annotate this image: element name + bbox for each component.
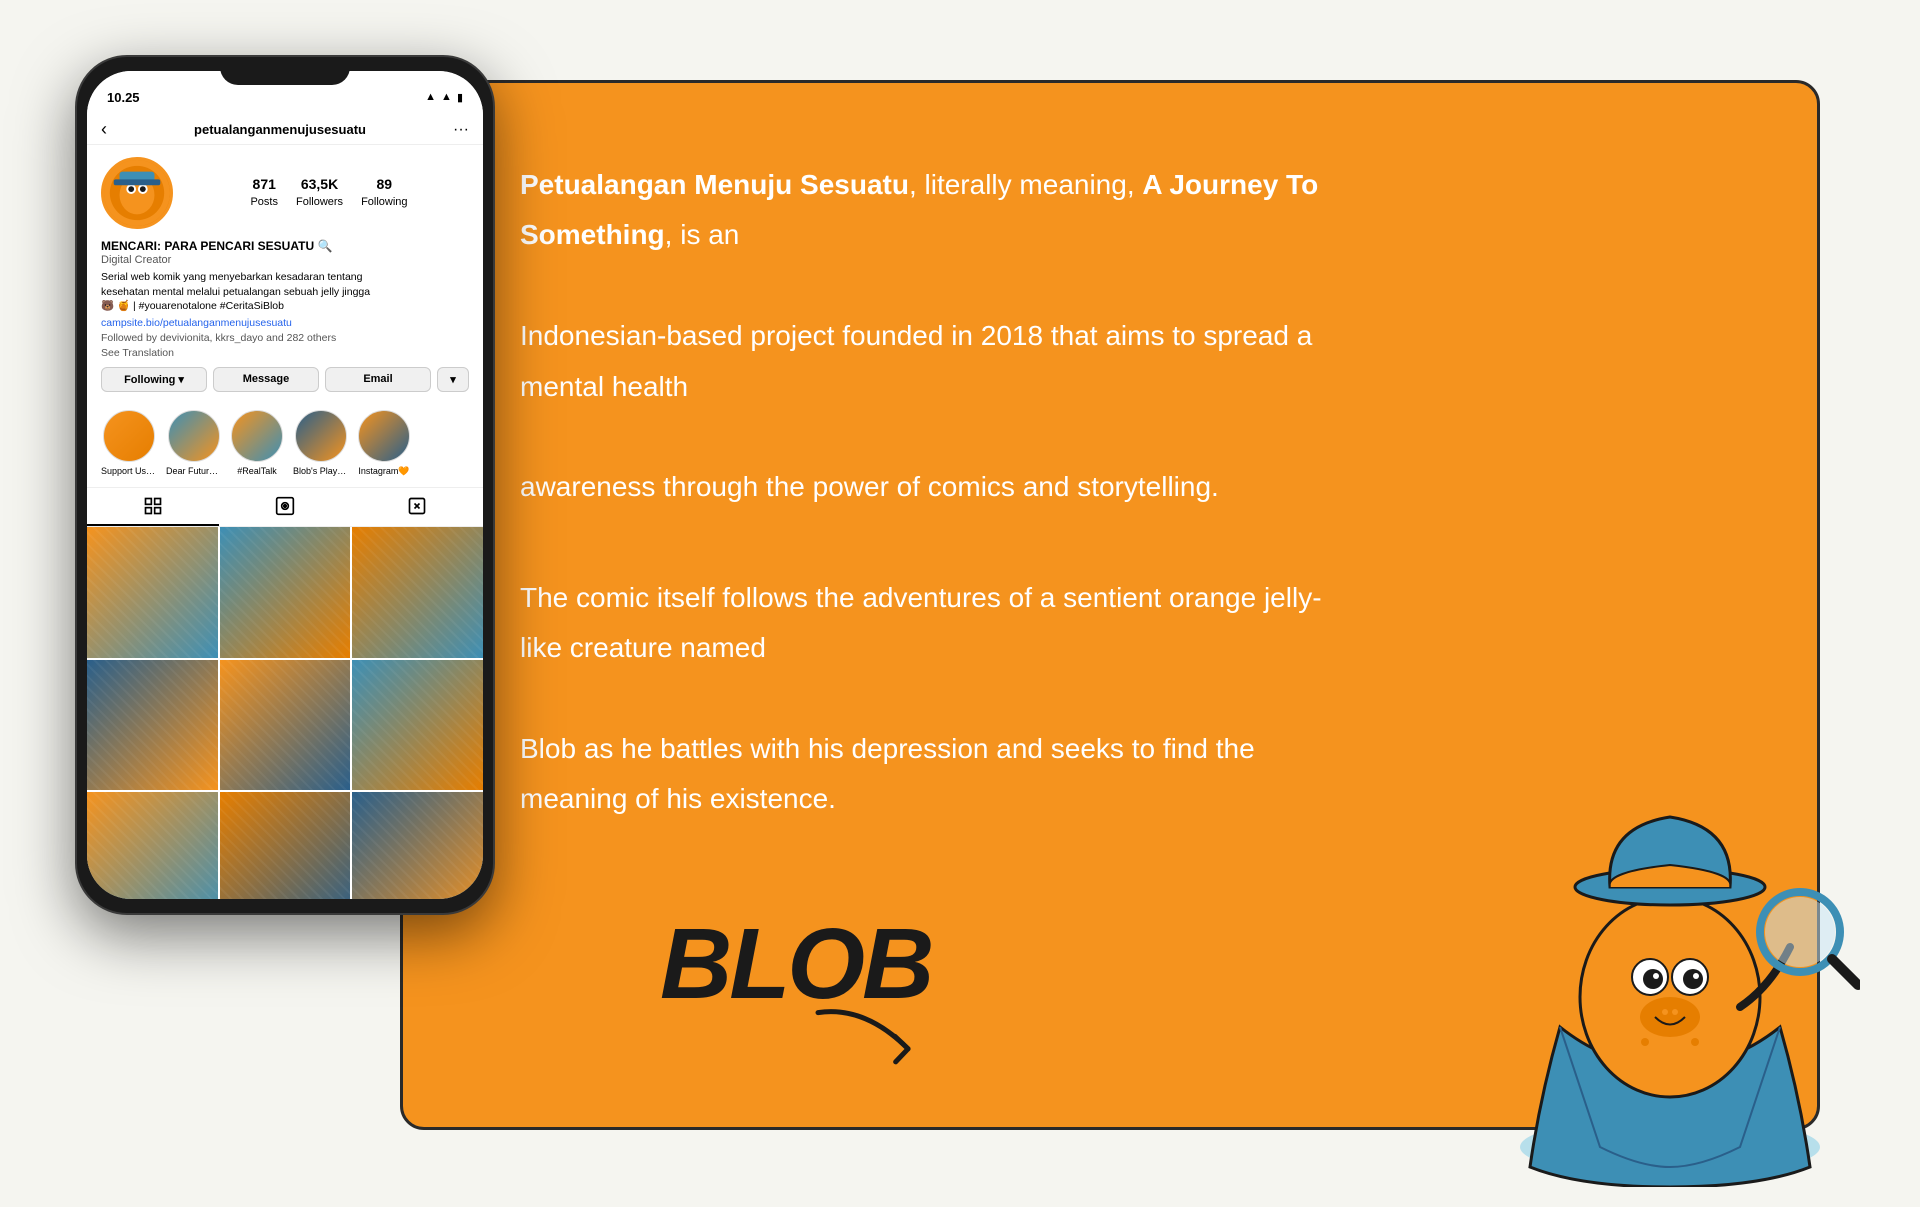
highlight-2[interactable]: Dear Future... <box>166 410 221 477</box>
ig-stat-followers[interactable]: 63,5K Followers <box>296 176 343 210</box>
dropdown-button[interactable]: ▾ <box>437 367 469 392</box>
bio-name: MENCARI: PARA PENCARI SESUATU 🔍 <box>101 239 469 253</box>
battery-icon: ▮ <box>457 91 463 104</box>
ig-stat-posts[interactable]: 871 Posts <box>250 176 278 210</box>
bio-translate[interactable]: See Translation <box>101 347 469 359</box>
more-options-icon[interactable]: ··· <box>453 121 469 139</box>
wifi-icon: ▲ <box>441 91 452 103</box>
status-time: 10.25 <box>107 90 140 105</box>
grid-item-7[interactable] <box>87 792 218 899</box>
highlight-4[interactable]: Blob's Playlist <box>293 410 348 477</box>
highlight-1[interactable]: Support Us!... <box>101 410 156 477</box>
bio-link[interactable]: campsite.bio/petualanganmenujusesuatu <box>101 317 469 329</box>
bio-text: Serial web komik yang menyebarkan kesada… <box>101 270 469 314</box>
following-chevron: ▾ <box>178 373 184 386</box>
bio-type: Digital Creator <box>101 254 469 266</box>
description-paragraph-1: Petualangan Menuju Sesuatu, literally me… <box>520 160 1340 513</box>
ig-action-buttons: Following ▾ Message Email ▾ <box>101 367 469 392</box>
avatar <box>101 157 173 229</box>
signal-icon: ▲ <box>425 91 436 103</box>
ig-profile: 871 Posts 63,5K Followers 89 Following <box>87 145 483 410</box>
email-button[interactable]: Email <box>325 367 431 392</box>
tab-tagged[interactable] <box>351 488 483 526</box>
phone-mockup: 10.25 ▲ ▲ ▮ ‹ petualanganmenujusesuatu ·… <box>75 55 495 1155</box>
following-button[interactable]: Following ▾ <box>101 367 207 392</box>
ig-stats: 871 Posts 63,5K Followers 89 Following <box>189 176 469 210</box>
blob-text: BLOB <box>660 908 931 1020</box>
project-name-bold: Petualangan Menuju Sesuatu <box>520 169 909 200</box>
description-area: Petualangan Menuju Sesuatu, literally me… <box>520 160 1340 825</box>
followers-label: Followers <box>296 196 343 208</box>
highlight-label-5: Instagram🧡 <box>358 466 409 477</box>
highlight-label-3: #RealTalk <box>237 466 277 476</box>
back-arrow-icon[interactable]: ‹ <box>101 119 107 140</box>
grid-item-9[interactable] <box>352 792 483 899</box>
grid-item-2[interactable] <box>220 527 351 658</box>
message-button[interactable]: Message <box>213 367 319 392</box>
character-illustration <box>1480 737 1860 1187</box>
posts-label: Posts <box>250 196 278 208</box>
description-paragraph-2: The comic itself follows the adventures … <box>520 573 1340 825</box>
story-highlights: Support Us!... Dear Future... #RealTalk … <box>87 410 483 487</box>
ig-username: petualanganmenujusesuatu <box>194 122 366 137</box>
status-icons: ▲ ▲ ▮ <box>425 91 463 104</box>
following-count: 89 <box>361 176 407 192</box>
tab-reels[interactable] <box>219 488 351 526</box>
posts-count: 871 <box>250 176 278 192</box>
grid-item-6[interactable] <box>352 660 483 791</box>
grid-item-5[interactable] <box>220 660 351 791</box>
grid-item-3[interactable] <box>352 527 483 658</box>
phone-notch <box>220 57 350 85</box>
ig-tabs <box>87 487 483 527</box>
ig-header: ‹ petualanganmenujusesuatu ··· <box>87 115 483 145</box>
highlight-label-4: Blob's Playlist <box>293 466 348 476</box>
followers-count: 63,5K <box>296 176 343 192</box>
grid-item-1[interactable] <box>87 527 218 658</box>
highlight-3[interactable]: #RealTalk <box>231 410 283 477</box>
following-label: Following <box>361 196 407 208</box>
phone-outer: 10.25 ▲ ▲ ▮ ‹ petualanganmenujusesuatu ·… <box>75 55 495 915</box>
highlight-label-1: Support Us!... <box>101 466 156 476</box>
ig-photo-grid <box>87 527 483 899</box>
following-label: Following <box>124 374 175 386</box>
grid-item-8[interactable] <box>220 792 351 899</box>
ig-stat-following[interactable]: 89 Following <box>361 176 407 210</box>
tab-grid[interactable] <box>87 488 219 526</box>
ig-profile-top: 871 Posts 63,5K Followers 89 Following <box>101 157 469 229</box>
grid-item-4[interactable] <box>87 660 218 791</box>
highlight-label-2: Dear Future... <box>166 466 221 476</box>
phone-screen: 10.25 ▲ ▲ ▮ ‹ petualanganmenujusesuatu ·… <box>87 71 483 899</box>
highlight-5[interactable]: Instagram🧡 <box>358 410 410 477</box>
bio-followed: Followed by devivionita, kkrs_dayo and 2… <box>101 332 469 344</box>
